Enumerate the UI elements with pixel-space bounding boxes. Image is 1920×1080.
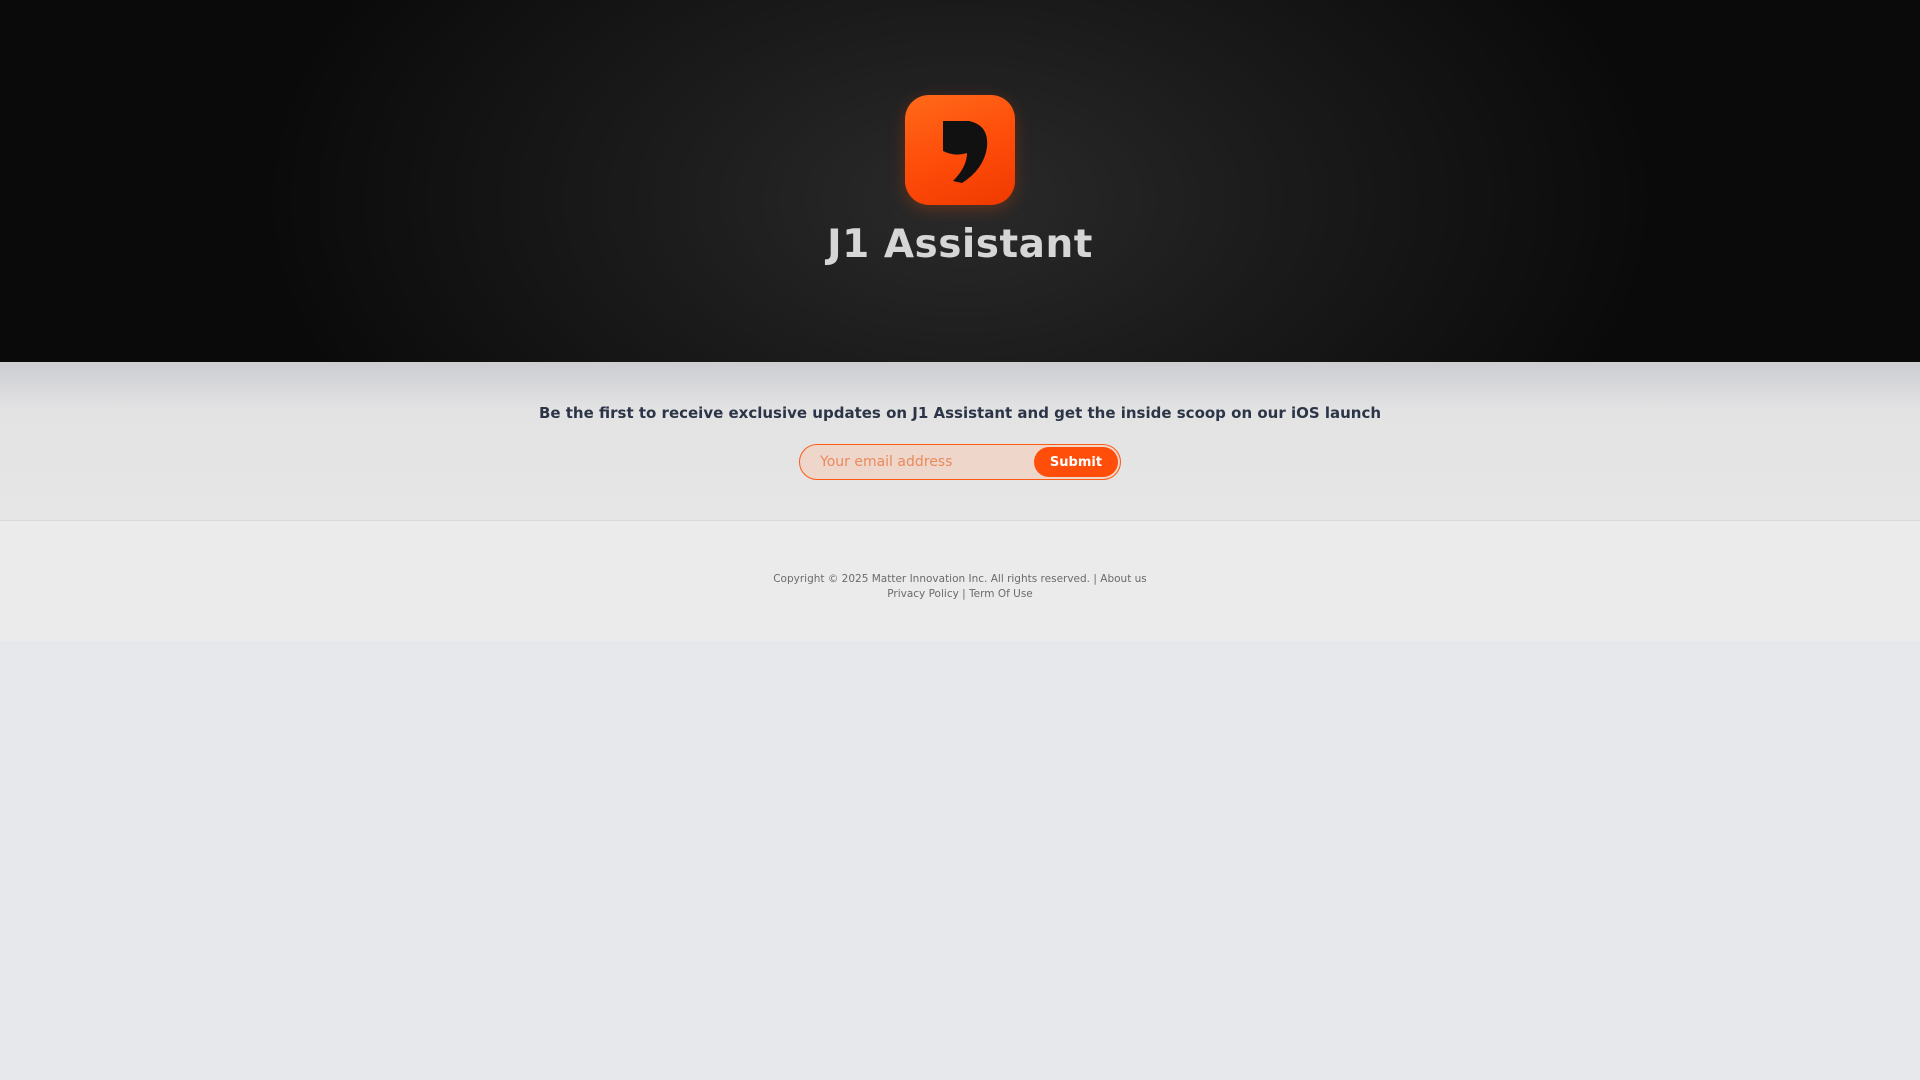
j1-logo-glyph — [943, 121, 988, 183]
email-signup-form: Submit — [799, 444, 1121, 480]
footer-line-legal: Privacy Policy | Term Of Use — [0, 588, 1920, 600]
footer-separator: | — [962, 588, 966, 600]
footer-separator: | — [1093, 573, 1097, 585]
footer: Copyright © 2025 Matter Innovation Inc. … — [0, 521, 1920, 641]
j1-logo-icon — [905, 95, 1015, 205]
signup-section: Be the first to receive exclusive update… — [0, 364, 1920, 521]
terms-of-use-link[interactable]: Term Of Use — [969, 588, 1033, 600]
page-background — [0, 641, 1920, 1080]
copyright-text: Copyright © 2025 Matter Innovation Inc. … — [773, 573, 1091, 585]
privacy-policy-link[interactable]: Privacy Policy — [887, 588, 959, 600]
signup-tagline: Be the first to receive exclusive update… — [538, 404, 1382, 422]
footer-line-copyright: Copyright © 2025 Matter Innovation Inc. … — [0, 573, 1920, 585]
submit-button[interactable]: Submit — [1034, 447, 1118, 477]
email-input[interactable] — [800, 445, 1030, 478]
about-us-link[interactable]: About us — [1100, 573, 1147, 585]
app-title: J1 Assistant — [827, 222, 1093, 267]
hero-banner: J1 Assistant — [0, 0, 1920, 364]
